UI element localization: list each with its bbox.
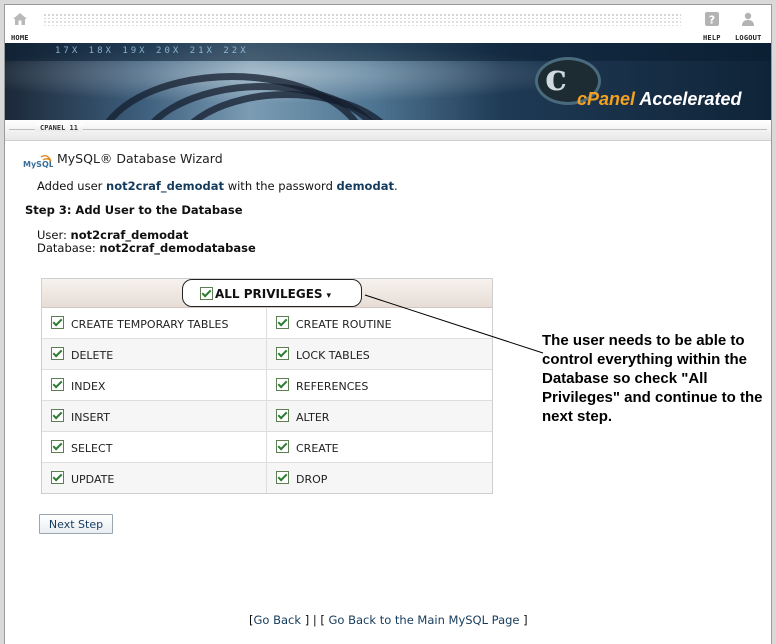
privilege-cell: DROP [267, 463, 491, 493]
mysql-logo-icon: MySQL [23, 154, 53, 169]
chevron-down-icon: ▾ [326, 291, 332, 301]
privilege-row: UPDATE DROP [42, 462, 492, 493]
privilege-cell: CREATE TEMPORARY TABLES [42, 308, 267, 338]
privilege-cell: SELECT [42, 432, 267, 462]
brand-suffix: Accelerated [639, 89, 742, 109]
privilege-label: CREATE ROUTINE [296, 318, 392, 331]
privilege-label: SELECT [71, 442, 113, 455]
privilege-label: CREATE [296, 442, 339, 455]
footer-links: [Go Back ] | [ Go Back to the Main MySQL… [249, 613, 528, 627]
divider [9, 129, 767, 130]
cpanel-logo-text: cPanel Accelerated [577, 89, 741, 110]
privilege-checkbox[interactable] [276, 347, 289, 360]
next-step-button[interactable]: Next Step [39, 514, 113, 534]
all-privileges-toggle[interactable]: ALL PRIVILEGES ▾ [215, 287, 331, 301]
privilege-checkbox[interactable] [276, 378, 289, 391]
go-back-link[interactable]: Go Back [254, 613, 302, 627]
privilege-cell: LOCK TABLES [267, 339, 491, 369]
svg-text:MySQL: MySQL [23, 160, 53, 169]
privilege-cell: ALTER [267, 401, 491, 431]
privilege-label: REFERENCES [296, 380, 369, 393]
all-privileges-checkbox[interactable] [200, 287, 213, 300]
svg-text:?: ? [709, 14, 715, 27]
separator: ] | [ [304, 613, 325, 627]
added-password: demodat [336, 179, 394, 193]
home-label: HOME [11, 34, 29, 42]
privilege-cell: UPDATE [42, 463, 267, 493]
privileges-header: ALL PRIVILEGES ▾ [42, 279, 492, 308]
privilege-row: SELECT CREATE [42, 431, 492, 462]
privilege-checkbox[interactable] [276, 409, 289, 422]
dotted-pattern [43, 13, 681, 19]
privilege-row: DELETE LOCK TABLES [42, 338, 492, 369]
privilege-cell: CREATE ROUTINE [267, 308, 491, 338]
help-link[interactable]: ? HELP [703, 11, 721, 42]
user-icon [742, 12, 755, 26]
status-message: Added user not2craf_demodat with the pas… [37, 179, 398, 193]
privilege-label: ALTER [296, 411, 330, 424]
privilege-row: CREATE TEMPORARY TABLES CREATE ROUTINE [42, 308, 492, 338]
help-label: HELP [703, 34, 721, 42]
version-tag: CPANEL 11 [35, 124, 83, 132]
privilege-label: INDEX [71, 380, 106, 393]
privilege-checkbox[interactable] [51, 471, 64, 484]
privilege-label: CREATE TEMPORARY TABLES [71, 318, 229, 331]
privilege-checkbox[interactable] [51, 347, 64, 360]
added-suffix: . [393, 179, 398, 193]
privilege-cell: CREATE [267, 432, 491, 462]
step-heading: Step 3: Add User to the Database [25, 203, 243, 217]
added-middle: with the password [227, 179, 333, 193]
privilege-cell: INDEX [42, 370, 267, 400]
privilege-row: INDEX REFERENCES [42, 369, 492, 400]
privilege-checkbox[interactable] [51, 440, 64, 453]
user-line: User: not2craf_demodat [37, 228, 189, 242]
home-link[interactable]: HOME [11, 11, 29, 42]
dotted-pattern-2 [43, 20, 681, 26]
brand-word: cPanel [577, 89, 636, 109]
privilege-cell: REFERENCES [267, 370, 491, 400]
logout-link[interactable]: LOGOUT [735, 11, 762, 42]
privilege-label: INSERT [71, 411, 110, 424]
user-value: not2craf_demodat [70, 228, 189, 242]
breadcrumb-bar: CPANEL 11 [5, 120, 771, 141]
cpanel-banner: 17X 18X 19X 20X 21X 22X c cPanel Acceler… [5, 43, 771, 120]
privilege-checkbox[interactable] [51, 378, 64, 391]
privilege-label: DELETE [71, 349, 114, 362]
main-mysql-link[interactable]: Go Back to the Main MySQL Page [329, 613, 520, 627]
cpanel-logo-icon: c [545, 57, 567, 99]
privilege-checkbox[interactable] [51, 316, 64, 329]
bracket: ] [523, 613, 528, 627]
privilege-checkbox[interactable] [276, 440, 289, 453]
database-line: Database: not2craf_demodatabase [37, 241, 256, 255]
privilege-label: LOCK TABLES [296, 349, 370, 362]
added-username: not2craf_demodat [106, 179, 225, 193]
privilege-cell: INSERT [42, 401, 267, 431]
app-window: HOME ? HELP LOGOUT 17X 18X 19X 20X 21X 2… [4, 4, 772, 644]
all-privileges-label: ALL PRIVILEGES [215, 287, 323, 301]
page-title: MySQL® Database Wizard [57, 151, 223, 166]
privileges-rows: CREATE TEMPORARY TABLES CREATE ROUTINE DEL… [42, 308, 492, 493]
added-prefix: Added user [37, 179, 103, 193]
privilege-row: INSERT ALTER [42, 400, 492, 431]
database-value: not2craf_demodatabase [99, 241, 256, 255]
privilege-checkbox[interactable] [276, 471, 289, 484]
annotation-note: The user needs to be able to control eve… [542, 332, 763, 425]
privilege-label: DROP [296, 473, 328, 486]
logout-label: LOGOUT [735, 34, 762, 42]
privileges-table: ALL PRIVILEGES ▾ CREATE TEMPORARY TABLES C… [41, 278, 493, 494]
banner-numbers: 17X 18X 19X 20X 21X 22X [55, 46, 249, 56]
user-label: User: [37, 228, 67, 242]
privilege-label: UPDATE [71, 473, 115, 486]
privilege-checkbox[interactable] [276, 316, 289, 329]
privilege-checkbox[interactable] [51, 409, 64, 422]
database-label: Database: [37, 241, 96, 255]
help-icon: ? [704, 12, 719, 27]
top-toolbar: HOME ? HELP LOGOUT [5, 5, 771, 43]
home-icon [12, 13, 27, 25]
all-privileges-highlight: ALL PRIVILEGES ▾ [182, 279, 362, 307]
privilege-cell: DELETE [42, 339, 267, 369]
